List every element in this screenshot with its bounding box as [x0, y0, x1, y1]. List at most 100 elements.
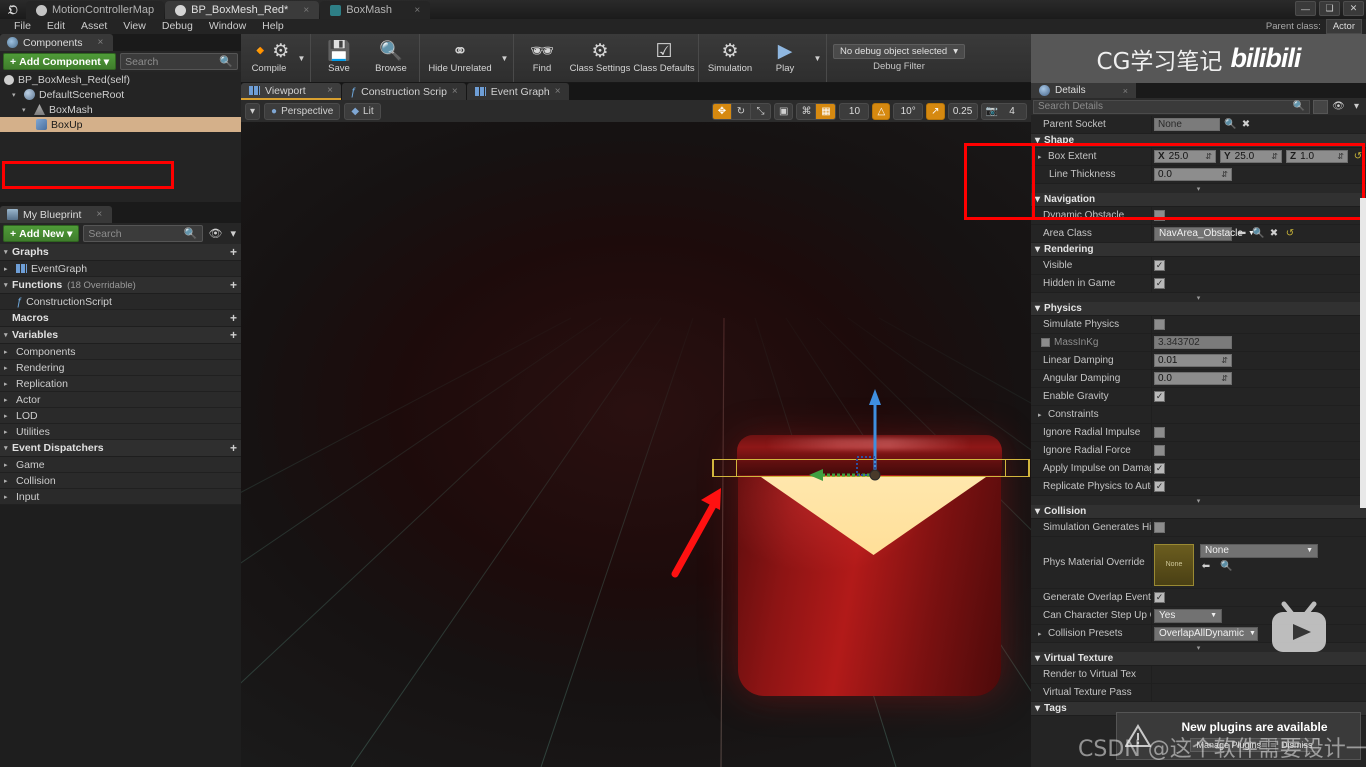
- linear-damping-input[interactable]: 0.01 ⇵: [1154, 354, 1232, 367]
- compile-dropdown-icon[interactable]: ▼: [295, 34, 308, 82]
- add-variable-button[interactable]: +: [230, 328, 237, 342]
- chevron-down-icon[interactable]: ▾: [1035, 506, 1040, 517]
- spinner-icon[interactable]: ⇵: [1221, 356, 1228, 365]
- browse-button[interactable]: 🔍 Browse: [365, 34, 417, 82]
- ignore-radial-impulse-checkbox[interactable]: ✓: [1154, 427, 1165, 438]
- mass-override-checkbox[interactable]: ✓: [1041, 338, 1050, 347]
- chevron-down-icon[interactable]: ▾: [1035, 244, 1040, 255]
- enable-gravity-checkbox[interactable]: ✓: [1154, 391, 1165, 402]
- chevron-down-icon[interactable]: ▾: [4, 331, 12, 339]
- class-settings-button[interactable]: ⚙ Class Settings: [568, 34, 632, 82]
- chevron-down-icon[interactable]: ▾: [22, 106, 30, 114]
- parent-class-value[interactable]: Actor: [1325, 19, 1362, 34]
- spinner-icon[interactable]: ⇵: [1221, 170, 1228, 179]
- chevron-right-icon[interactable]: ▸: [1035, 153, 1045, 161]
- list-item-actor[interactable]: ▸ Actor: [0, 392, 241, 408]
- section-macros[interactable]: Macros +: [0, 310, 241, 327]
- section-header-navigation[interactable]: ▾ Navigation: [1031, 193, 1366, 207]
- components-search-input[interactable]: Search 🔍: [120, 53, 238, 70]
- list-item-collision[interactable]: ▸ Collision: [0, 473, 241, 489]
- property-value[interactable]: X 25.0 ⇵ Y 25.0 ⇵ Z 1.0 ⇵ ↺: [1151, 148, 1366, 165]
- grid-snap-value-field[interactable]: 10: [839, 102, 870, 120]
- list-item-game[interactable]: ▸ Game: [0, 457, 241, 473]
- browse-icon[interactable]: 🔍: [1252, 228, 1264, 239]
- property-value[interactable]: [1151, 684, 1366, 701]
- clear-icon[interactable]: ✖: [1240, 119, 1252, 130]
- add-macro-button[interactable]: +: [230, 311, 237, 325]
- dynamic-obstacle-checkbox[interactable]: ✓: [1154, 210, 1165, 221]
- window-controls[interactable]: — ❑ ✕: [1295, 1, 1364, 16]
- property-value[interactable]: ✓: [1151, 519, 1366, 536]
- window-tab-boxmash[interactable]: BoxMash ×: [320, 1, 431, 19]
- property-value[interactable]: [1151, 666, 1366, 683]
- simulation-generates-hit-events-checkbox[interactable]: ✓: [1154, 522, 1165, 533]
- tab-details[interactable]: Details ×: [1031, 83, 1136, 98]
- plugin-notification[interactable]: New plugins are available Manage Plugins…: [1116, 712, 1361, 760]
- close-button[interactable]: ✕: [1343, 1, 1364, 16]
- details-scrollbar[interactable]: [1360, 198, 1366, 508]
- tab-viewport[interactable]: Viewport ×: [241, 83, 341, 100]
- grid-view-icon[interactable]: [1313, 99, 1328, 114]
- chevron-down-icon[interactable]: ▾: [12, 91, 20, 99]
- chevron-right-icon[interactable]: ▸: [4, 428, 12, 436]
- apply-impulse-on-damage-checkbox[interactable]: ✓: [1154, 463, 1165, 474]
- spinner-icon[interactable]: ⇵: [1205, 152, 1212, 161]
- list-item-constructionscript[interactable]: ƒ ConstructionScript: [0, 294, 241, 310]
- scale-snap-value-field[interactable]: 0.25: [947, 102, 978, 120]
- maximize-button[interactable]: ❑: [1319, 1, 1340, 16]
- property-value[interactable]: ✓: [1151, 207, 1366, 224]
- close-icon[interactable]: ×: [1123, 86, 1128, 96]
- clear-icon[interactable]: ✖: [1268, 228, 1280, 239]
- property-value[interactable]: ✓: [1151, 424, 1366, 441]
- chevron-down-icon[interactable]: ▾: [228, 227, 238, 240]
- property-value[interactable]: ✓: [1151, 442, 1366, 459]
- close-icon[interactable]: ×: [96, 209, 102, 220]
- property-value[interactable]: None 🔍 ✖: [1151, 115, 1366, 133]
- spinner-icon[interactable]: ⇵: [1271, 152, 1278, 161]
- scale-snap-toggle[interactable]: ↗: [926, 102, 945, 120]
- property-value[interactable]: ✓: [1151, 275, 1366, 292]
- section-functions[interactable]: ▾ Functions (18 Overridable) +: [0, 277, 241, 294]
- save-button[interactable]: 💾 Save: [313, 34, 365, 82]
- 3d-viewport[interactable]: Z Y X: [241, 122, 1031, 767]
- can-character-step-up-on-select[interactable]: Yes ▼: [1154, 608, 1222, 623]
- dismiss-button[interactable]: Dismiss: [1275, 738, 1319, 752]
- camera-mode-button[interactable]: ● Perspective: [264, 102, 341, 120]
- section-header-shape[interactable]: ▾ Shape: [1031, 134, 1366, 148]
- hide-unrelated-dropdown-icon[interactable]: ▼: [498, 34, 511, 82]
- chevron-right-icon[interactable]: ▸: [4, 493, 12, 501]
- play-dropdown-icon[interactable]: ▼: [811, 34, 824, 82]
- generate-overlap-events-checkbox[interactable]: ✓: [1154, 592, 1165, 603]
- use-selected-asset-icon[interactable]: ⬅: [1200, 561, 1212, 572]
- add-new-button[interactable]: + Add New ▾: [3, 225, 80, 242]
- compile-button[interactable]: 🔸⚙ Compile: [243, 34, 295, 82]
- property-value[interactable]: ✓: [1151, 460, 1366, 477]
- tab-construction-script[interactable]: ƒ Construction Scrip ×: [342, 83, 466, 100]
- window-tab-motioncontrollermap[interactable]: MotionControllerMap: [26, 1, 165, 19]
- tab-event-graph[interactable]: Event Graph ×: [466, 83, 569, 100]
- tree-row-self[interactable]: BP_BoxMesh_Red(self): [0, 72, 241, 87]
- coordinate-space-button[interactable]: ▣: [774, 102, 794, 120]
- chevron-right-icon[interactable]: ▸: [4, 348, 12, 356]
- simulate-physics-checkbox[interactable]: ✓: [1154, 319, 1165, 330]
- close-icon[interactable]: ×: [293, 5, 309, 16]
- add-event-dispatcher-button[interactable]: +: [230, 441, 237, 455]
- list-item-utilities[interactable]: ▸ Utilities: [0, 424, 241, 440]
- property-value[interactable]: OverlapAllDynamic ▼: [1151, 625, 1366, 642]
- menu-view[interactable]: View: [115, 19, 154, 34]
- close-icon[interactable]: ×: [98, 37, 104, 48]
- add-graph-button[interactable]: +: [230, 245, 237, 259]
- area-class-select[interactable]: NavArea_Obstacle ▼: [1154, 226, 1255, 241]
- close-icon[interactable]: ×: [452, 86, 458, 97]
- chevron-right-icon[interactable]: ▸: [1035, 411, 1045, 419]
- browse-icon[interactable]: 🔍: [1220, 561, 1232, 572]
- tree-row-defaultsceneroot[interactable]: ▾ DefaultSceneRoot: [0, 87, 241, 102]
- phys-material-select[interactable]: None ▼: [1200, 543, 1318, 558]
- parent-socket-field[interactable]: None: [1154, 117, 1220, 131]
- visible-checkbox[interactable]: ✓: [1154, 260, 1165, 271]
- chevron-right-icon[interactable]: ▸: [4, 396, 12, 404]
- collision-presets-select[interactable]: OverlapAllDynamic ▼: [1154, 626, 1258, 641]
- rendering-more-band[interactable]: ▾: [1031, 293, 1366, 302]
- chevron-down-icon[interactable]: ▾: [1035, 135, 1040, 146]
- ignore-radial-force-checkbox[interactable]: ✓: [1154, 445, 1165, 456]
